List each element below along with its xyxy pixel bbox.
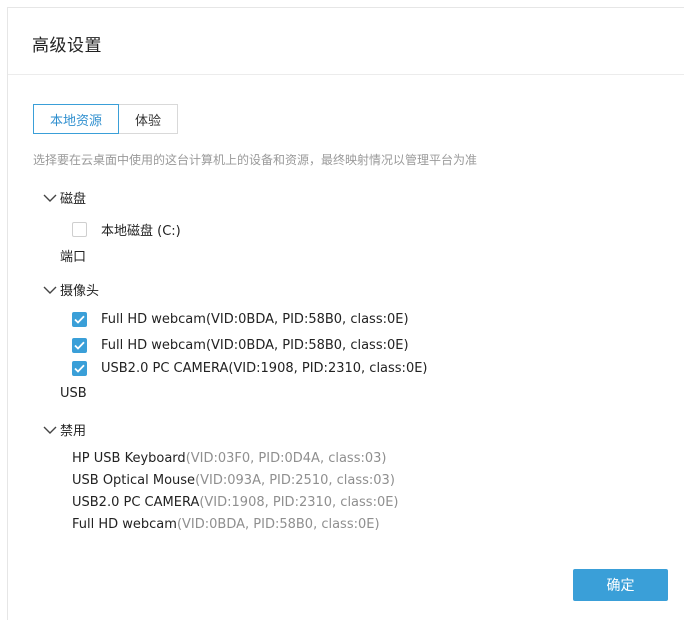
device-name: USB Optical Mouse [72,473,196,488]
camera-item-label: Full HD webcam(VID:0BDA, PID:58B0, class… [101,338,409,353]
camera-item[interactable]: Full HD webcam(VID:0BDA, PID:58B0, class… [72,312,409,327]
tab-local-resources[interactable]: 本地资源 [33,104,120,134]
check-icon [74,341,85,350]
disk-item[interactable]: 本地磁盘 (C:) [72,220,181,239]
section-label-port: 端口 [60,250,87,265]
confirm-button[interactable]: 确定 [573,569,668,601]
device-ids: (VID:0BDA, PID:58B0, class:0E) [176,517,380,532]
check-icon [74,315,85,324]
device-name: HP USB Keyboard [72,451,186,466]
tree-node-disk[interactable]: 磁盘 [43,188,86,207]
chevron-down-icon [43,194,57,202]
chevron-down-icon [43,286,57,294]
title-divider [8,74,684,75]
tree-node-label: 禁用 [60,424,87,439]
advanced-settings-dialog: 高级设置 本地资源 体验 选择要在云桌面中使用的这台计算机上的设备和资源，最终映… [7,7,684,620]
check-icon [74,364,85,373]
tab-bar: 本地资源 体验 [33,104,179,134]
tree-node-label: 磁盘 [60,192,87,207]
device-ids: (VID:093A, PID:2510, class:03) [195,473,395,488]
disabled-device: Full HD webcam(VID:0BDA, PID:58B0, class… [72,517,380,532]
tree-node-camera[interactable]: 摄像头 [43,280,99,299]
checkbox[interactable] [72,222,87,237]
dialog-title: 高级设置 [32,36,102,56]
disk-item-label: 本地磁盘 (C:) [101,224,181,239]
device-ids: (VID:03F0, PID:0D4A, class:03) [185,451,387,466]
camera-item-label: Full HD webcam(VID:0BDA, PID:58B0, class… [101,312,409,327]
tree-node-disabled[interactable]: 禁用 [43,420,86,439]
checkbox-checked[interactable] [72,338,87,353]
checkbox-checked[interactable] [72,361,87,376]
device-ids: (VID:1908, PID:2310, class:0E) [199,495,399,510]
disabled-device: USB Optical Mouse(VID:093A, PID:2510, cl… [72,473,395,488]
description-text: 选择要在云桌面中使用的这台计算机上的设备和资源，最终映射情况以管理平台为准 [33,153,478,167]
tree-node-label: 摄像头 [60,284,100,299]
disabled-device: USB2.0 PC CAMERA(VID:1908, PID:2310, cla… [72,495,399,510]
tab-experience[interactable]: 体验 [119,104,179,134]
camera-item[interactable]: Full HD webcam(VID:0BDA, PID:58B0, class… [72,338,409,353]
device-name: Full HD webcam [72,517,177,532]
checkbox-checked[interactable] [72,312,87,327]
camera-item[interactable]: USB2.0 PC CAMERA(VID:1908, PID:2310, cla… [72,361,428,376]
device-name: USB2.0 PC CAMERA [72,495,200,510]
disabled-device: HP USB Keyboard(VID:03F0, PID:0D4A, clas… [72,451,386,466]
chevron-down-icon [43,426,57,434]
camera-item-label: USB2.0 PC CAMERA(VID:1908, PID:2310, cla… [101,361,428,376]
section-label-usb: USB [60,386,87,401]
